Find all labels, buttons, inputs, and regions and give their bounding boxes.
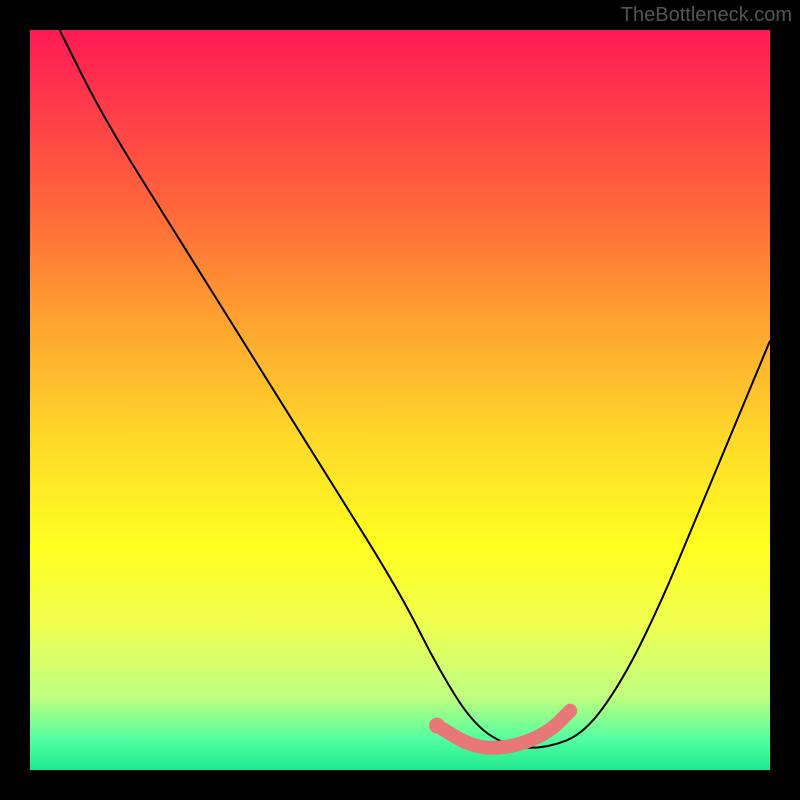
chart-svg bbox=[30, 30, 770, 770]
highlight-segment bbox=[437, 711, 570, 748]
main-curve bbox=[60, 30, 770, 748]
watermark-text: TheBottleneck.com bbox=[621, 4, 792, 27]
chart-plot-area bbox=[30, 30, 770, 770]
highlight-dot bbox=[429, 718, 445, 734]
